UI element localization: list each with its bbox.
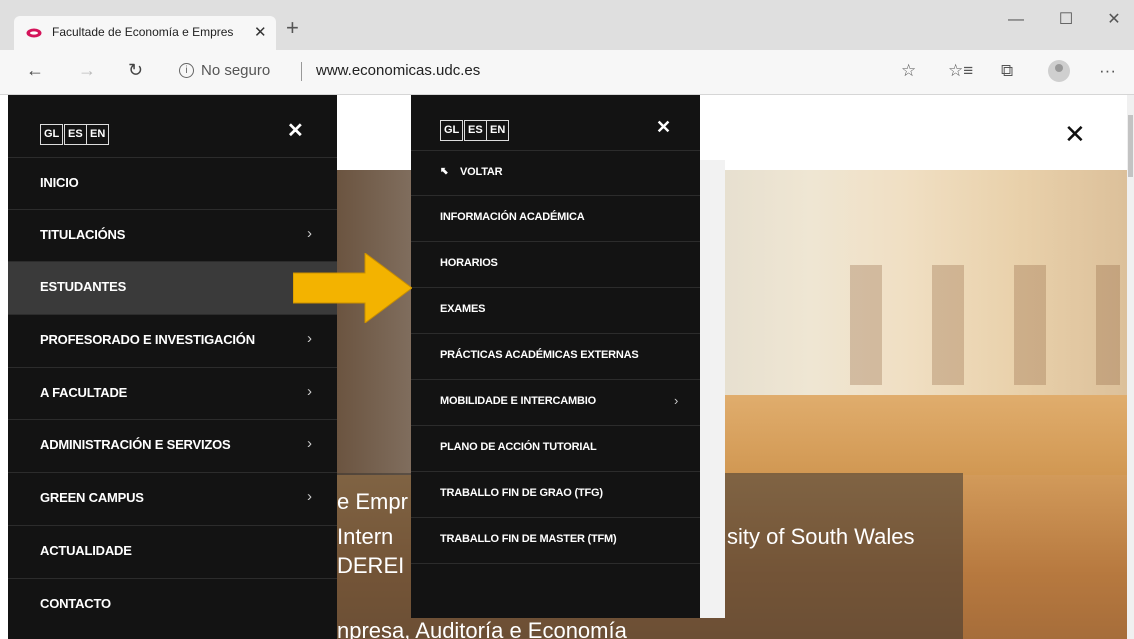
submenu-item-label: TRABALLO FIN DE MASTER (TFM) (440, 533, 617, 545)
web-page: ✕ as e Empr Intern sity of South Wales D… (0, 95, 1134, 639)
submenu-item-horarios[interactable]: HORARIOS (411, 241, 700, 287)
caption-line-1: e Empr (337, 489, 408, 514)
menu-item-contacto[interactable]: CONTACTO (8, 578, 337, 631)
lang-es-button[interactable]: ES (64, 124, 87, 145)
chevron-right-icon: › (674, 393, 679, 408)
menu-item-a-facultade[interactable]: A FACULTADE › (8, 367, 337, 420)
favorites-bar-icon[interactable]: ☆≡ (948, 61, 973, 81)
menu-item-label: GREEN CAMPUS (40, 490, 144, 505)
maximize-button[interactable]: ☐ (1046, 8, 1086, 34)
forward-arrow-icon[interactable]: → (78, 60, 96, 81)
menu-close-icon[interactable]: ✕ (287, 121, 304, 141)
profile-avatar[interactable] (1048, 60, 1070, 82)
address-separator (301, 62, 302, 81)
lang-gl-button[interactable]: GL (40, 124, 64, 145)
hero-frames (820, 265, 1120, 385)
menu-item-actualidade[interactable]: ACTUALIDADE (8, 525, 337, 578)
submenu-item-exames[interactable]: EXAMES (411, 287, 700, 333)
menu-item-label: A FACULTADE (40, 385, 128, 400)
favorite-star-icon[interactable]: ☆ (901, 61, 916, 81)
tab-bar: Facultade de Economía e Empres ✕ + — ☐ ✕ (0, 0, 1134, 50)
menu-item-label: PROFESORADO E INVESTIGACIÓN (40, 332, 255, 347)
info-icon[interactable]: i (179, 63, 194, 78)
menu-item-label: ESTUDANTES (40, 279, 127, 294)
chevron-right-icon: › (307, 435, 312, 452)
security-status[interactable]: No seguro (201, 62, 270, 79)
caption-line-3: DEREI (337, 553, 405, 578)
back-arrow-icon[interactable]: ← (26, 60, 44, 81)
arrow-right-icon (293, 253, 412, 323)
scrollbar-thumb[interactable] (1128, 115, 1133, 177)
back-arrow-icon: ⬉ (440, 166, 449, 177)
main-menu-panel: GL ES EN ✕ INICIO TITULACIÓNS › ESTUDANT… (8, 95, 337, 639)
submenu-item-practicas[interactable]: PRÁCTICAS ACADÉMICAS EXTERNAS (411, 333, 700, 379)
new-tab-button[interactable]: + (286, 17, 299, 39)
minimize-button[interactable]: — (996, 8, 1036, 34)
site-favicon-icon (26, 28, 42, 38)
submenu-item-tfg[interactable]: TRABALLO FIN DE GRAO (TFG) (411, 471, 700, 517)
menu-item-label: ACTUALIDADE (40, 543, 132, 558)
submenu-lang-gl-button[interactable]: GL (440, 120, 464, 141)
menu-item-label: TITULACIÓNS (40, 227, 126, 242)
menu-item-administracion[interactable]: ADMINISTRACIÓN E SERVIZOS › (8, 419, 337, 472)
menu-item-titulacions[interactable]: TITULACIÓNS › (8, 209, 337, 262)
browser-tab[interactable]: Facultade de Economía e Empres ✕ (14, 16, 276, 50)
chevron-right-icon: › (307, 383, 312, 400)
submenu-item-tfm[interactable]: TRABALLO FIN DE MASTER (TFM) (411, 517, 700, 563)
collections-icon[interactable]: ⧉ (1001, 61, 1013, 81)
submenu-item-label: EXAMES (440, 303, 486, 315)
chevron-right-icon: › (307, 488, 312, 505)
lang-en-button[interactable]: EN (86, 124, 110, 145)
submenu-lang-en-button[interactable]: EN (486, 120, 510, 141)
submenu-item-label: HORARIOS (440, 257, 498, 269)
submenu-item-label: TRABALLO FIN DE GRAO (TFG) (440, 487, 603, 499)
menu-item-estudantes[interactable]: ESTUDANTES (8, 261, 337, 314)
page-close-icon[interactable]: ✕ (1064, 121, 1086, 147)
menu-item-profesorado[interactable]: PROFESORADO E INVESTIGACIÓN › (8, 314, 337, 367)
menu-item-inicio[interactable]: INICIO (8, 157, 337, 210)
submenu-item-label: PLANO DE ACCIÓN TUTORIAL (440, 441, 597, 453)
menu-item-label: ADMINISTRACIÓN E SERVIZOS (40, 437, 231, 452)
submenu-panel: GL ES EN ✕ ⬉ VOLTAR INFORMACIÓN ACADÉMIC… (411, 95, 700, 618)
menu-item-green-campus[interactable]: GREEN CAMPUS › (8, 472, 337, 525)
submenu-item-label: MOBILIDADE E INTERCAMBIO (440, 395, 596, 407)
menu-item-label: CONTACTO (40, 596, 111, 611)
caption-line-2-left: Intern (337, 524, 394, 549)
address-bar: ← → ↻ i No seguro www.economicas.udc.es … (0, 50, 1134, 95)
submenu-lang-es-button[interactable]: ES (464, 120, 487, 141)
submenu-back-label: VOLTAR (460, 166, 503, 178)
chevron-right-icon: › (307, 225, 312, 242)
url-input[interactable]: www.economicas.udc.es (316, 62, 480, 79)
submenu-divider (411, 563, 700, 564)
submenu-item-plano-accion[interactable]: PLANO DE ACCIÓN TUTORIAL (411, 425, 700, 471)
close-window-button[interactable]: ✕ (1094, 8, 1134, 34)
menu-item-label: INICIO (40, 175, 79, 190)
more-menu-icon[interactable]: ··· (1099, 61, 1116, 81)
tab-title: Facultade de Economía e Empres (52, 25, 234, 39)
caption-line-4: npresa, Auditoría e Economía (337, 618, 627, 639)
submenu-shadow-edge (700, 160, 725, 618)
tab-close-icon[interactable]: ✕ (254, 23, 267, 41)
refresh-icon[interactable]: ↻ (128, 60, 143, 81)
caption-line-2-right: sity of South Wales (727, 524, 915, 549)
submenu-back-button[interactable]: ⬉ VOLTAR (411, 150, 700, 196)
hero-wood-panel (700, 395, 1127, 485)
submenu-item-mobilidade[interactable]: MOBILIDADE E INTERCAMBIO › (411, 379, 700, 425)
submenu-item-label: PRÁCTICAS ACADÉMICAS EXTERNAS (440, 349, 639, 361)
chevron-right-icon: › (307, 330, 312, 347)
submenu-item-label: INFORMACIÓN ACADÉMICA (440, 211, 585, 223)
submenu-close-icon[interactable]: ✕ (656, 117, 671, 137)
submenu-item-informacion-academica[interactable]: INFORMACIÓN ACADÉMICA (411, 195, 700, 241)
